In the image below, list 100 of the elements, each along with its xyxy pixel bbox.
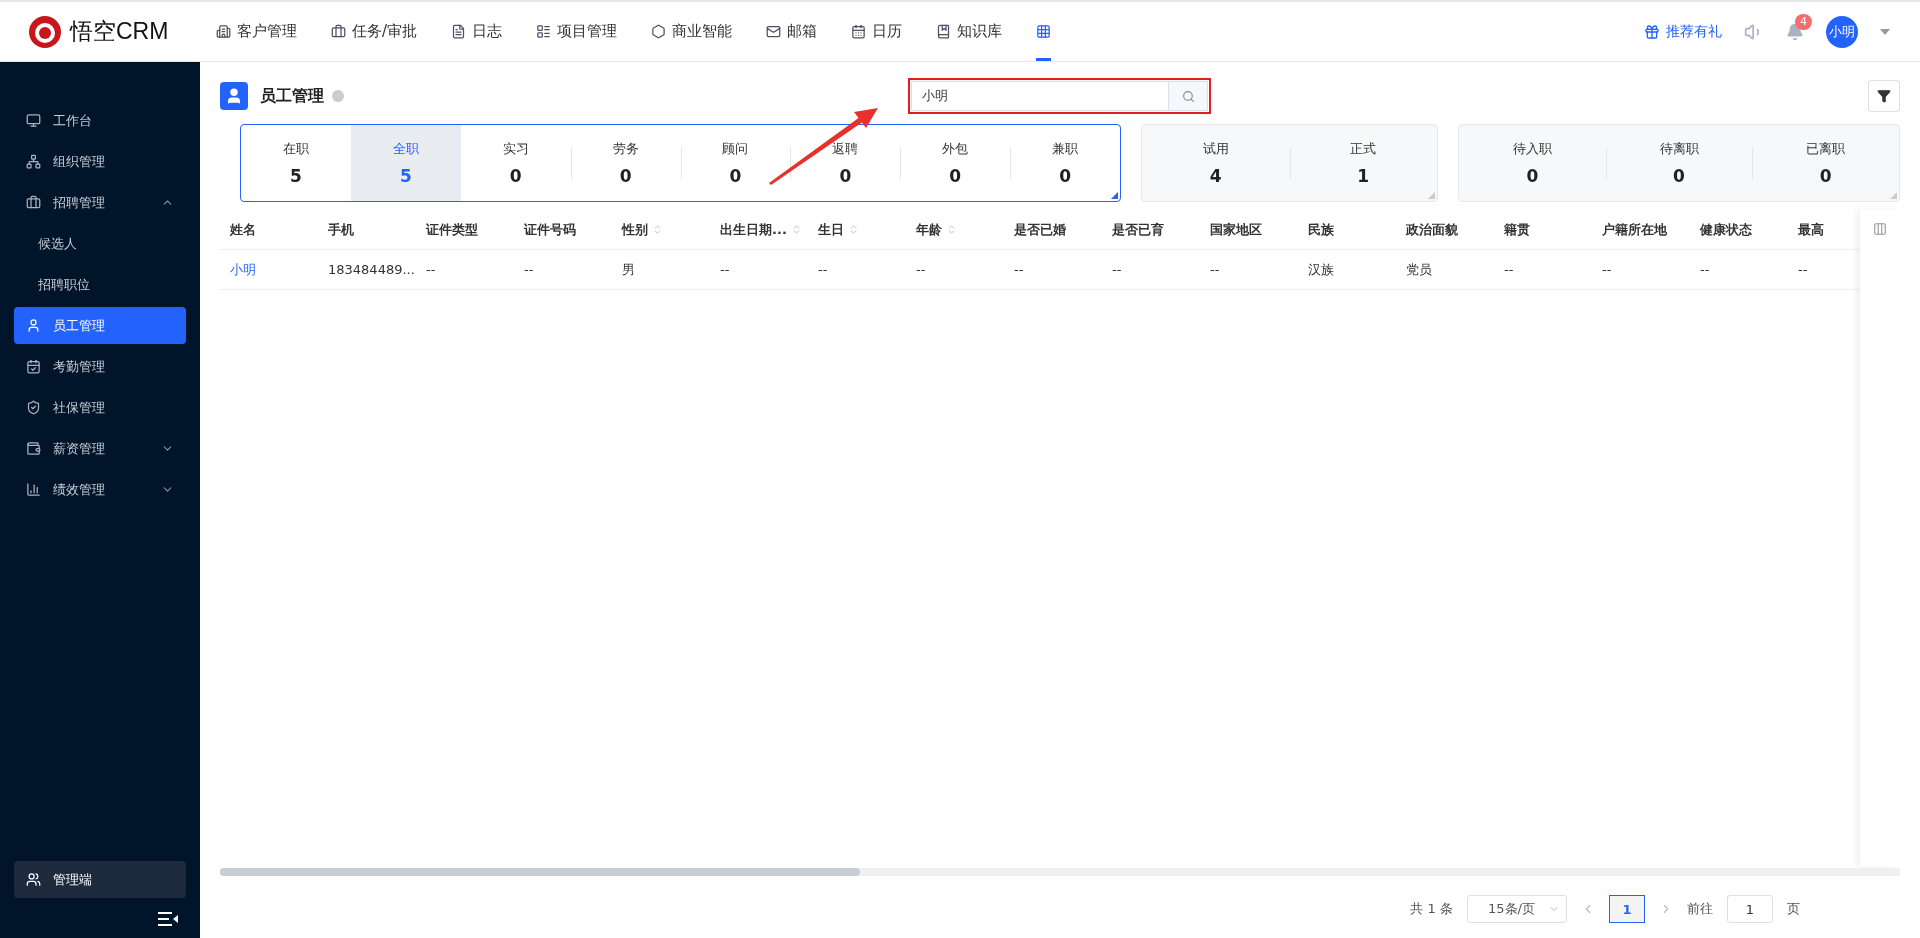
stat-label: 在职: [282, 140, 309, 158]
stat-label: 全职: [392, 140, 419, 158]
stat-item[interactable]: 试用 4: [1142, 125, 1290, 201]
column-header: 最高: [1797, 220, 1825, 239]
stat-item[interactable]: 劳务 0: [570, 125, 681, 201]
stat-value: 0: [949, 166, 962, 186]
stat-label: 兼职: [1052, 140, 1079, 158]
user-avatar[interactable]: 小明: [1826, 15, 1858, 48]
table-cell-text: 183484489...: [327, 262, 416, 277]
nav-tab[interactable]: 邮箱: [766, 2, 818, 61]
nav-tab[interactable]: 日历: [851, 2, 903, 61]
stat-value: 0: [1059, 166, 1071, 186]
table-cell-text: --: [1503, 262, 1515, 277]
stat-label: 实习: [502, 140, 529, 158]
table-cell-text: --: [425, 262, 437, 277]
goto-page-field[interactable]: 1: [1727, 895, 1773, 923]
table-cell-text: 男: [621, 260, 636, 279]
stat-value: 5: [290, 166, 302, 186]
sidebar-item[interactable]: 组织管理: [14, 143, 186, 180]
stat-label: 外包: [942, 140, 969, 158]
sidebar-item[interactable]: 工作台: [14, 102, 186, 139]
stat-value: 0: [1819, 166, 1832, 186]
column-header[interactable]: 生日: [808, 220, 906, 239]
column-header: 证件类型: [424, 220, 479, 239]
stat-label: 已离职: [1806, 140, 1846, 158]
table-cell-text: --: [1797, 262, 1809, 277]
admin-button[interactable]: 管理端: [14, 861, 186, 898]
sidebar-item[interactable]: 社保管理: [14, 389, 186, 426]
name-link[interactable]: 小明: [220, 260, 318, 279]
stat-value: 0: [1673, 166, 1685, 186]
table-cell-text: 党员: [1405, 260, 1433, 279]
page-button[interactable]: 1: [1609, 895, 1645, 923]
goto-label: 前往: [1687, 900, 1713, 918]
column-header: 是否已婚: [1013, 220, 1067, 239]
stat-label: 顾问: [722, 140, 749, 158]
table-cell-text: --: [523, 262, 535, 277]
stat-label: 待入职: [1512, 140, 1552, 158]
stat-item[interactable]: 在职 5: [241, 125, 351, 201]
column-header: 籍贯: [1503, 220, 1531, 239]
stat-item[interactable]: 返聘 0: [790, 125, 901, 201]
nav-tab[interactable]: 知识库: [936, 2, 1003, 61]
table-cell-text: 汉族: [1307, 260, 1335, 279]
stat-value: 0: [729, 166, 742, 186]
column-header: 手机: [327, 220, 355, 239]
table-cell-text: --: [1013, 262, 1025, 277]
stat-label: 待离职: [1659, 140, 1699, 158]
nav-tab[interactable]: 任务/审批: [331, 2, 418, 61]
nav-tab[interactable]: 商业智能: [651, 2, 733, 61]
page-title: 员工管理: [260, 85, 324, 107]
column-header: 民族: [1307, 220, 1335, 239]
table-cell-text: --: [1699, 262, 1711, 277]
sidebar-item[interactable]: 员工管理: [14, 307, 186, 344]
sidebar-item[interactable]: 招聘职位: [14, 266, 186, 303]
total-count: 共 1 条: [1410, 900, 1453, 918]
table-cell-text: --: [1209, 262, 1221, 277]
column-header: 姓名: [229, 220, 257, 239]
stat-item[interactable]: 外包 0: [900, 125, 1011, 201]
stat-value: 0: [619, 166, 632, 186]
nav-tab[interactable]: 日志: [451, 2, 503, 61]
nav-tab[interactable]: 项目管理: [536, 2, 618, 61]
stat-item[interactable]: 兼职 0: [1010, 125, 1120, 201]
table-cell-text: --: [1601, 262, 1613, 277]
stat-value: 5: [399, 166, 412, 186]
stat-label: 正式: [1350, 140, 1377, 158]
stat-value: 0: [1526, 166, 1539, 186]
column-header[interactable]: 出生日期...: [710, 220, 808, 239]
stat-value: 0: [509, 166, 522, 186]
column-header: 是否已育: [1111, 220, 1165, 239]
sidebar-item[interactable]: 招聘管理: [14, 184, 186, 221]
stat-item[interactable]: 全职 5: [350, 125, 461, 201]
column-header[interactable]: 性别: [612, 220, 710, 239]
nav-tab[interactable]: 客户管理: [216, 2, 297, 61]
column-header: 户籍所在地: [1601, 220, 1668, 239]
column-header: 国家地区: [1209, 220, 1263, 239]
stat-item[interactable]: 已离职 0: [1752, 125, 1899, 201]
page-suffix: 页: [1787, 900, 1800, 918]
stat-value: 4: [1209, 166, 1222, 186]
stat-item[interactable]: 待离职 0: [1605, 125, 1753, 201]
sidebar-item[interactable]: 绩效管理: [14, 471, 186, 508]
notification-badge: 4: [1795, 13, 1812, 30]
sidebar-item[interactable]: 候选人: [14, 225, 186, 262]
table-cell-text: --: [817, 262, 829, 277]
stat-item[interactable]: 顾问 0: [680, 125, 791, 201]
brand-name: 悟空CRM: [70, 17, 169, 46]
promo-link[interactable]: 推荐有礼: [1644, 22, 1722, 41]
page-size-select[interactable]: 15条/页: [1467, 895, 1567, 923]
column-header: 健康状态: [1698, 220, 1753, 239]
search-field[interactable]: 小明: [911, 81, 1168, 111]
column-header[interactable]: 年龄: [906, 220, 1004, 239]
table-cell-text: --: [719, 262, 731, 277]
stat-item[interactable]: 正式 1: [1289, 125, 1437, 201]
sidebar-item[interactable]: 薪资管理: [14, 430, 186, 467]
table-cell-text: --: [915, 262, 927, 277]
column-header: 证件号码: [522, 220, 577, 239]
stat-item[interactable]: 待入职 0: [1459, 125, 1606, 201]
sidebar-item[interactable]: 考勤管理: [14, 348, 186, 385]
table-cell-text: --: [1111, 262, 1123, 277]
column-header: 政治面貌: [1405, 220, 1459, 239]
stat-label: 返聘: [832, 140, 859, 158]
stat-item[interactable]: 实习 0: [460, 125, 571, 201]
